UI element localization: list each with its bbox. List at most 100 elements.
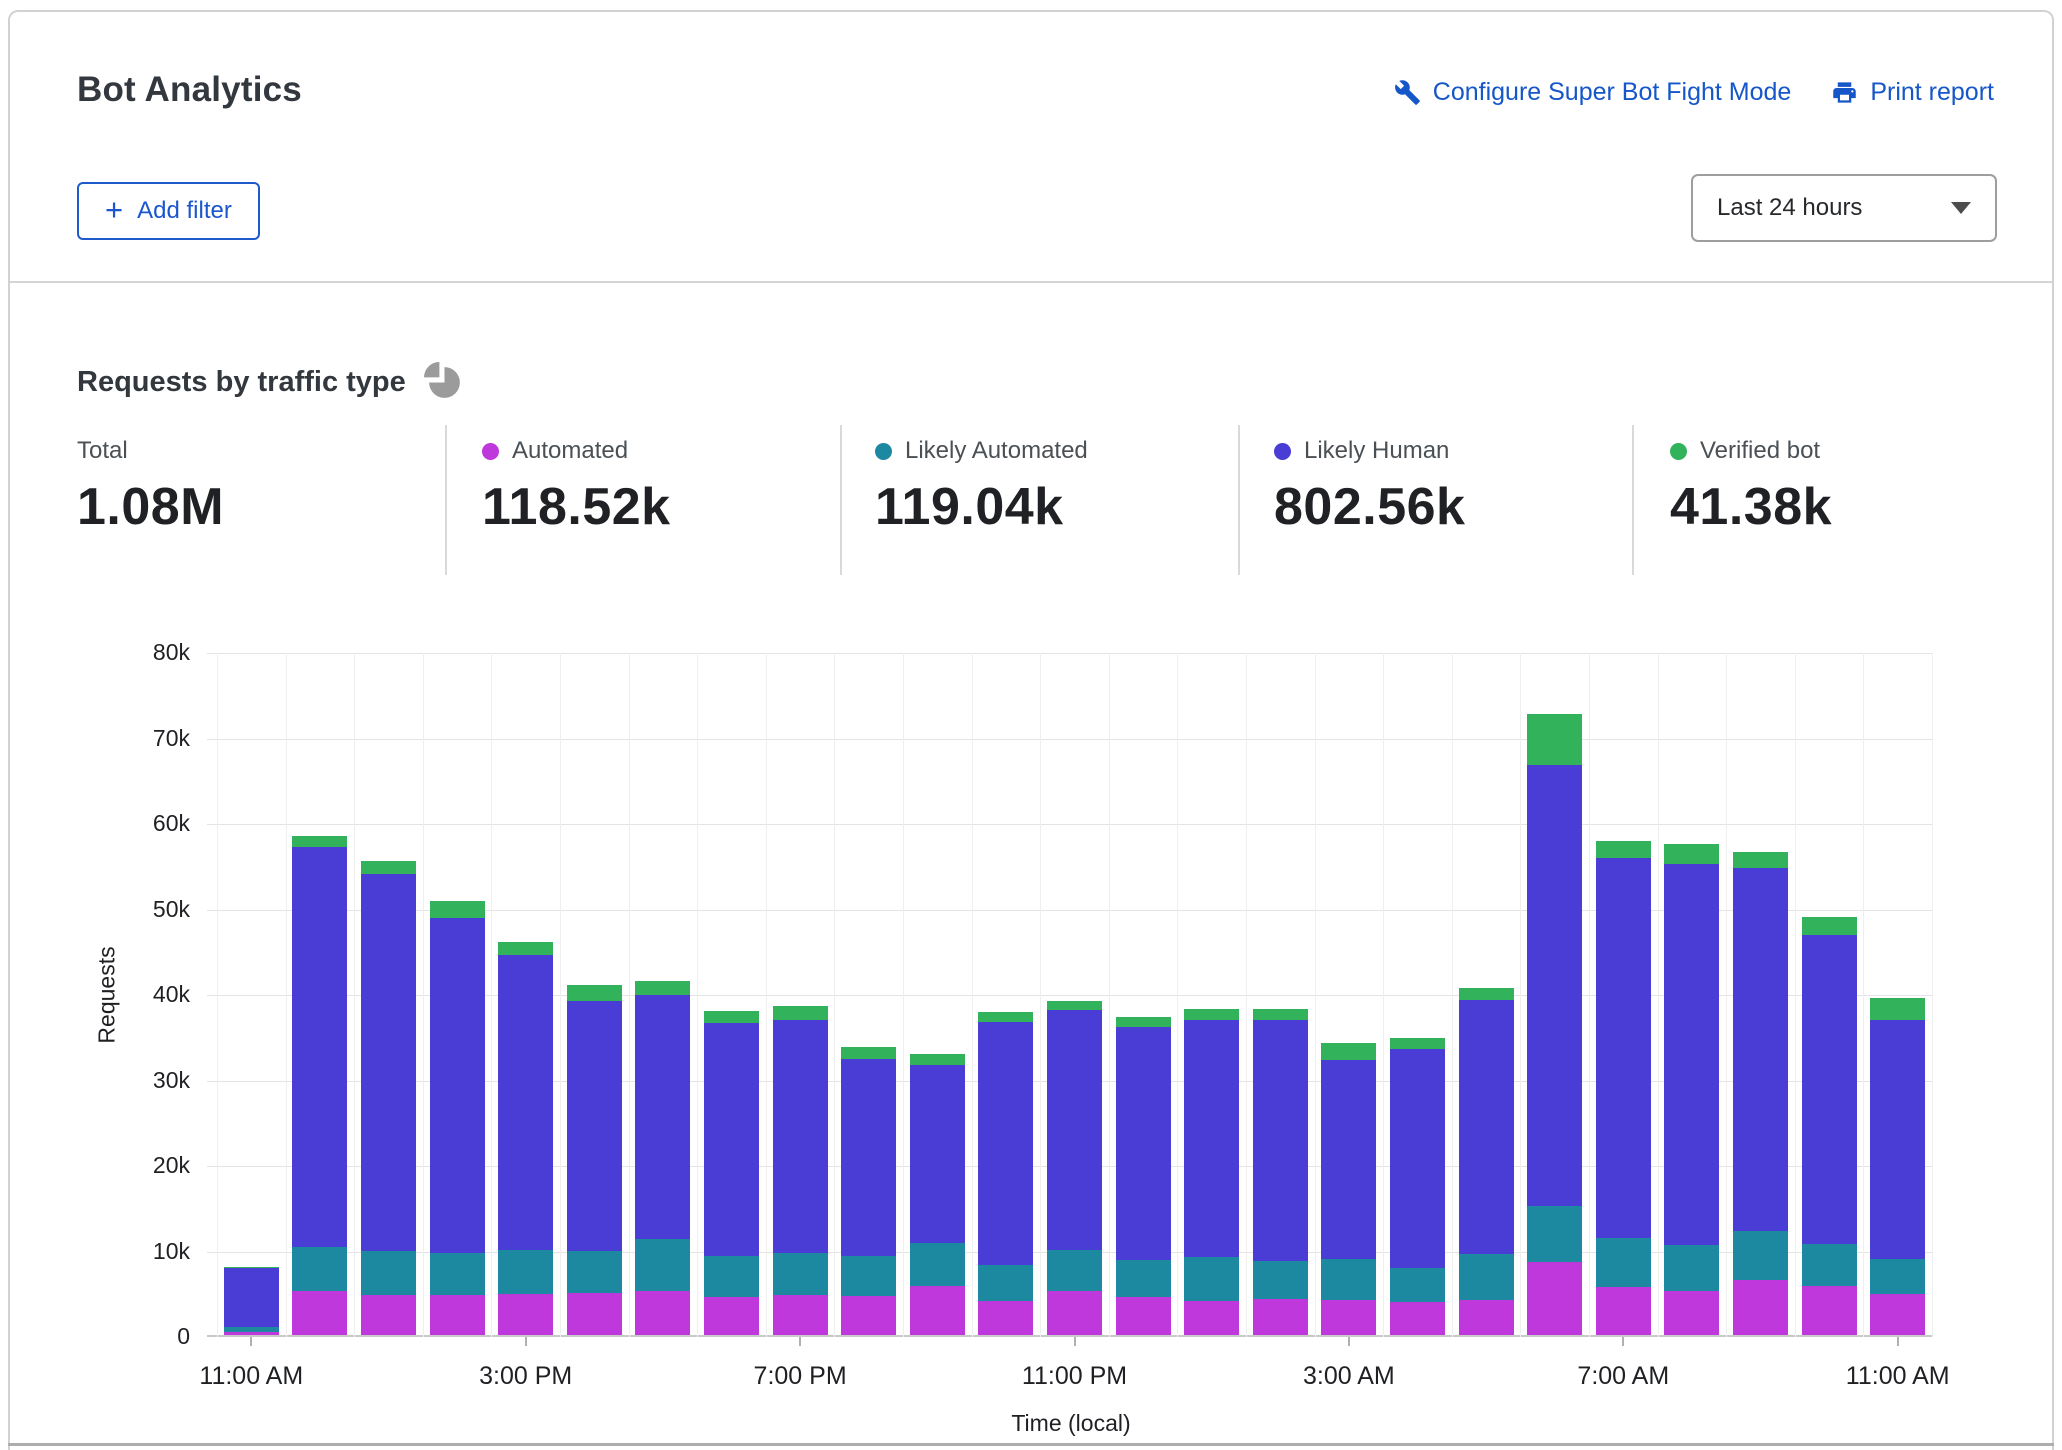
add-filter-button[interactable]: + Add filter bbox=[77, 182, 260, 240]
likely-automated-segment[interactable] bbox=[1184, 1257, 1240, 1301]
verified-bot-segment[interactable] bbox=[704, 1010, 759, 1023]
bar-11[interactable] bbox=[978, 1011, 1034, 1335]
verified-bot-segment[interactable] bbox=[361, 861, 416, 875]
likely-human-segment[interactable] bbox=[1458, 999, 1514, 1254]
bar-0[interactable] bbox=[223, 1266, 279, 1335]
likely-human-segment[interactable] bbox=[909, 1064, 965, 1243]
verified-bot-segment[interactable] bbox=[1184, 1009, 1240, 1021]
likely-automated-segment[interactable] bbox=[1664, 1245, 1720, 1291]
likely-human-segment[interactable] bbox=[1321, 1059, 1377, 1259]
likely-human-segment[interactable] bbox=[1252, 1020, 1308, 1261]
bar-17[interactable] bbox=[1390, 1037, 1445, 1335]
likely-human-segment[interactable] bbox=[1527, 764, 1583, 1206]
verified-bot-segment[interactable] bbox=[635, 981, 691, 995]
likely-automated-segment[interactable] bbox=[429, 1252, 485, 1295]
likely-automated-segment[interactable] bbox=[1047, 1250, 1102, 1292]
verified-bot-segment[interactable] bbox=[1664, 844, 1720, 864]
likely-automated-segment[interactable] bbox=[1390, 1268, 1445, 1302]
likely-human-segment[interactable] bbox=[292, 846, 348, 1247]
likely-automated-segment[interactable] bbox=[772, 1252, 828, 1295]
automated-segment[interactable] bbox=[1801, 1286, 1857, 1335]
automated-segment[interactable] bbox=[1184, 1300, 1240, 1335]
time-range-select[interactable]: Last 24 hours bbox=[1691, 174, 1997, 242]
likely-human-segment[interactable] bbox=[1184, 1020, 1240, 1258]
automated-segment[interactable] bbox=[1527, 1262, 1583, 1335]
bar-20[interactable] bbox=[1595, 840, 1651, 1335]
bar-24[interactable] bbox=[1870, 998, 1926, 1335]
likely-automated-segment[interactable] bbox=[978, 1264, 1034, 1301]
automated-segment[interactable] bbox=[361, 1294, 416, 1335]
bar-6[interactable] bbox=[635, 981, 691, 1335]
likely-human-segment[interactable] bbox=[1047, 1010, 1102, 1251]
verified-bot-segment[interactable] bbox=[1252, 1009, 1308, 1021]
automated-segment[interactable] bbox=[498, 1294, 554, 1335]
likely-automated-segment[interactable] bbox=[1595, 1237, 1651, 1288]
verified-bot-segment[interactable] bbox=[1047, 1000, 1102, 1011]
automated-segment[interactable] bbox=[1595, 1287, 1651, 1335]
verified-bot-segment[interactable] bbox=[1870, 998, 1926, 1021]
automated-segment[interactable] bbox=[1664, 1290, 1720, 1335]
likely-automated-segment[interactable] bbox=[1527, 1205, 1583, 1263]
automated-segment[interactable] bbox=[1321, 1299, 1377, 1335]
automated-segment[interactable] bbox=[429, 1294, 485, 1335]
print-report-link[interactable]: Print report bbox=[1831, 78, 1994, 107]
bar-14[interactable] bbox=[1184, 1009, 1240, 1335]
automated-segment[interactable] bbox=[1458, 1299, 1514, 1335]
automated-segment[interactable] bbox=[566, 1293, 622, 1335]
bar-5[interactable] bbox=[566, 985, 622, 1335]
likely-automated-segment[interactable] bbox=[841, 1256, 897, 1296]
bar-12[interactable] bbox=[1047, 1000, 1102, 1335]
likely-human-segment[interactable] bbox=[1870, 1020, 1926, 1259]
likely-human-segment[interactable] bbox=[1664, 863, 1720, 1246]
verified-bot-segment[interactable] bbox=[429, 900, 485, 918]
verified-bot-segment[interactable] bbox=[1733, 852, 1788, 869]
bar-3[interactable] bbox=[429, 900, 485, 1335]
likely-human-segment[interactable] bbox=[566, 1000, 622, 1252]
likely-human-segment[interactable] bbox=[704, 1022, 759, 1257]
verified-bot-segment[interactable] bbox=[1595, 840, 1651, 858]
likely-human-segment[interactable] bbox=[429, 917, 485, 1253]
likely-human-segment[interactable] bbox=[1115, 1027, 1171, 1260]
likely-automated-segment[interactable] bbox=[1321, 1258, 1377, 1300]
likely-automated-segment[interactable] bbox=[1458, 1253, 1514, 1300]
automated-segment[interactable] bbox=[841, 1295, 897, 1335]
likely-human-segment[interactable] bbox=[635, 994, 691, 1240]
automated-segment[interactable] bbox=[1870, 1294, 1926, 1335]
automated-segment[interactable] bbox=[635, 1290, 691, 1335]
likely-automated-segment[interactable] bbox=[498, 1249, 554, 1294]
automated-segment[interactable] bbox=[1390, 1301, 1445, 1335]
bar-18[interactable] bbox=[1458, 987, 1514, 1335]
verified-bot-segment[interactable] bbox=[1321, 1042, 1377, 1060]
automated-segment[interactable] bbox=[1252, 1299, 1308, 1335]
bar-8[interactable] bbox=[772, 1005, 828, 1335]
automated-segment[interactable] bbox=[704, 1296, 759, 1335]
verified-bot-segment[interactable] bbox=[841, 1046, 897, 1059]
bar-9[interactable] bbox=[841, 1046, 897, 1335]
verified-bot-segment[interactable] bbox=[1390, 1037, 1445, 1049]
likely-human-segment[interactable] bbox=[1390, 1048, 1445, 1269]
likely-automated-segment[interactable] bbox=[635, 1239, 691, 1291]
verified-bot-segment[interactable] bbox=[978, 1011, 1034, 1023]
automated-segment[interactable] bbox=[1733, 1280, 1788, 1335]
likely-human-segment[interactable] bbox=[978, 1022, 1034, 1265]
likely-automated-segment[interactable] bbox=[1115, 1259, 1171, 1297]
likely-automated-segment[interactable] bbox=[1870, 1258, 1926, 1294]
bar-19[interactable] bbox=[1527, 714, 1583, 1335]
likely-automated-segment[interactable] bbox=[566, 1251, 622, 1294]
likely-human-segment[interactable] bbox=[772, 1020, 828, 1253]
verified-bot-segment[interactable] bbox=[498, 941, 554, 955]
automated-segment[interactable] bbox=[223, 1331, 279, 1335]
bar-22[interactable] bbox=[1733, 852, 1788, 1335]
bar-4[interactable] bbox=[498, 941, 554, 1335]
likely-human-segment[interactable] bbox=[1733, 868, 1788, 1231]
likely-automated-segment[interactable] bbox=[292, 1246, 348, 1291]
automated-segment[interactable] bbox=[1115, 1296, 1171, 1335]
likely-automated-segment[interactable] bbox=[1733, 1230, 1788, 1281]
bar-1[interactable] bbox=[292, 835, 348, 1335]
likely-human-segment[interactable] bbox=[223, 1268, 279, 1327]
automated-segment[interactable] bbox=[1047, 1291, 1102, 1335]
verified-bot-segment[interactable] bbox=[1527, 714, 1583, 765]
likely-human-segment[interactable] bbox=[498, 954, 554, 1250]
likely-automated-segment[interactable] bbox=[1252, 1260, 1308, 1300]
verified-bot-segment[interactable] bbox=[772, 1005, 828, 1021]
